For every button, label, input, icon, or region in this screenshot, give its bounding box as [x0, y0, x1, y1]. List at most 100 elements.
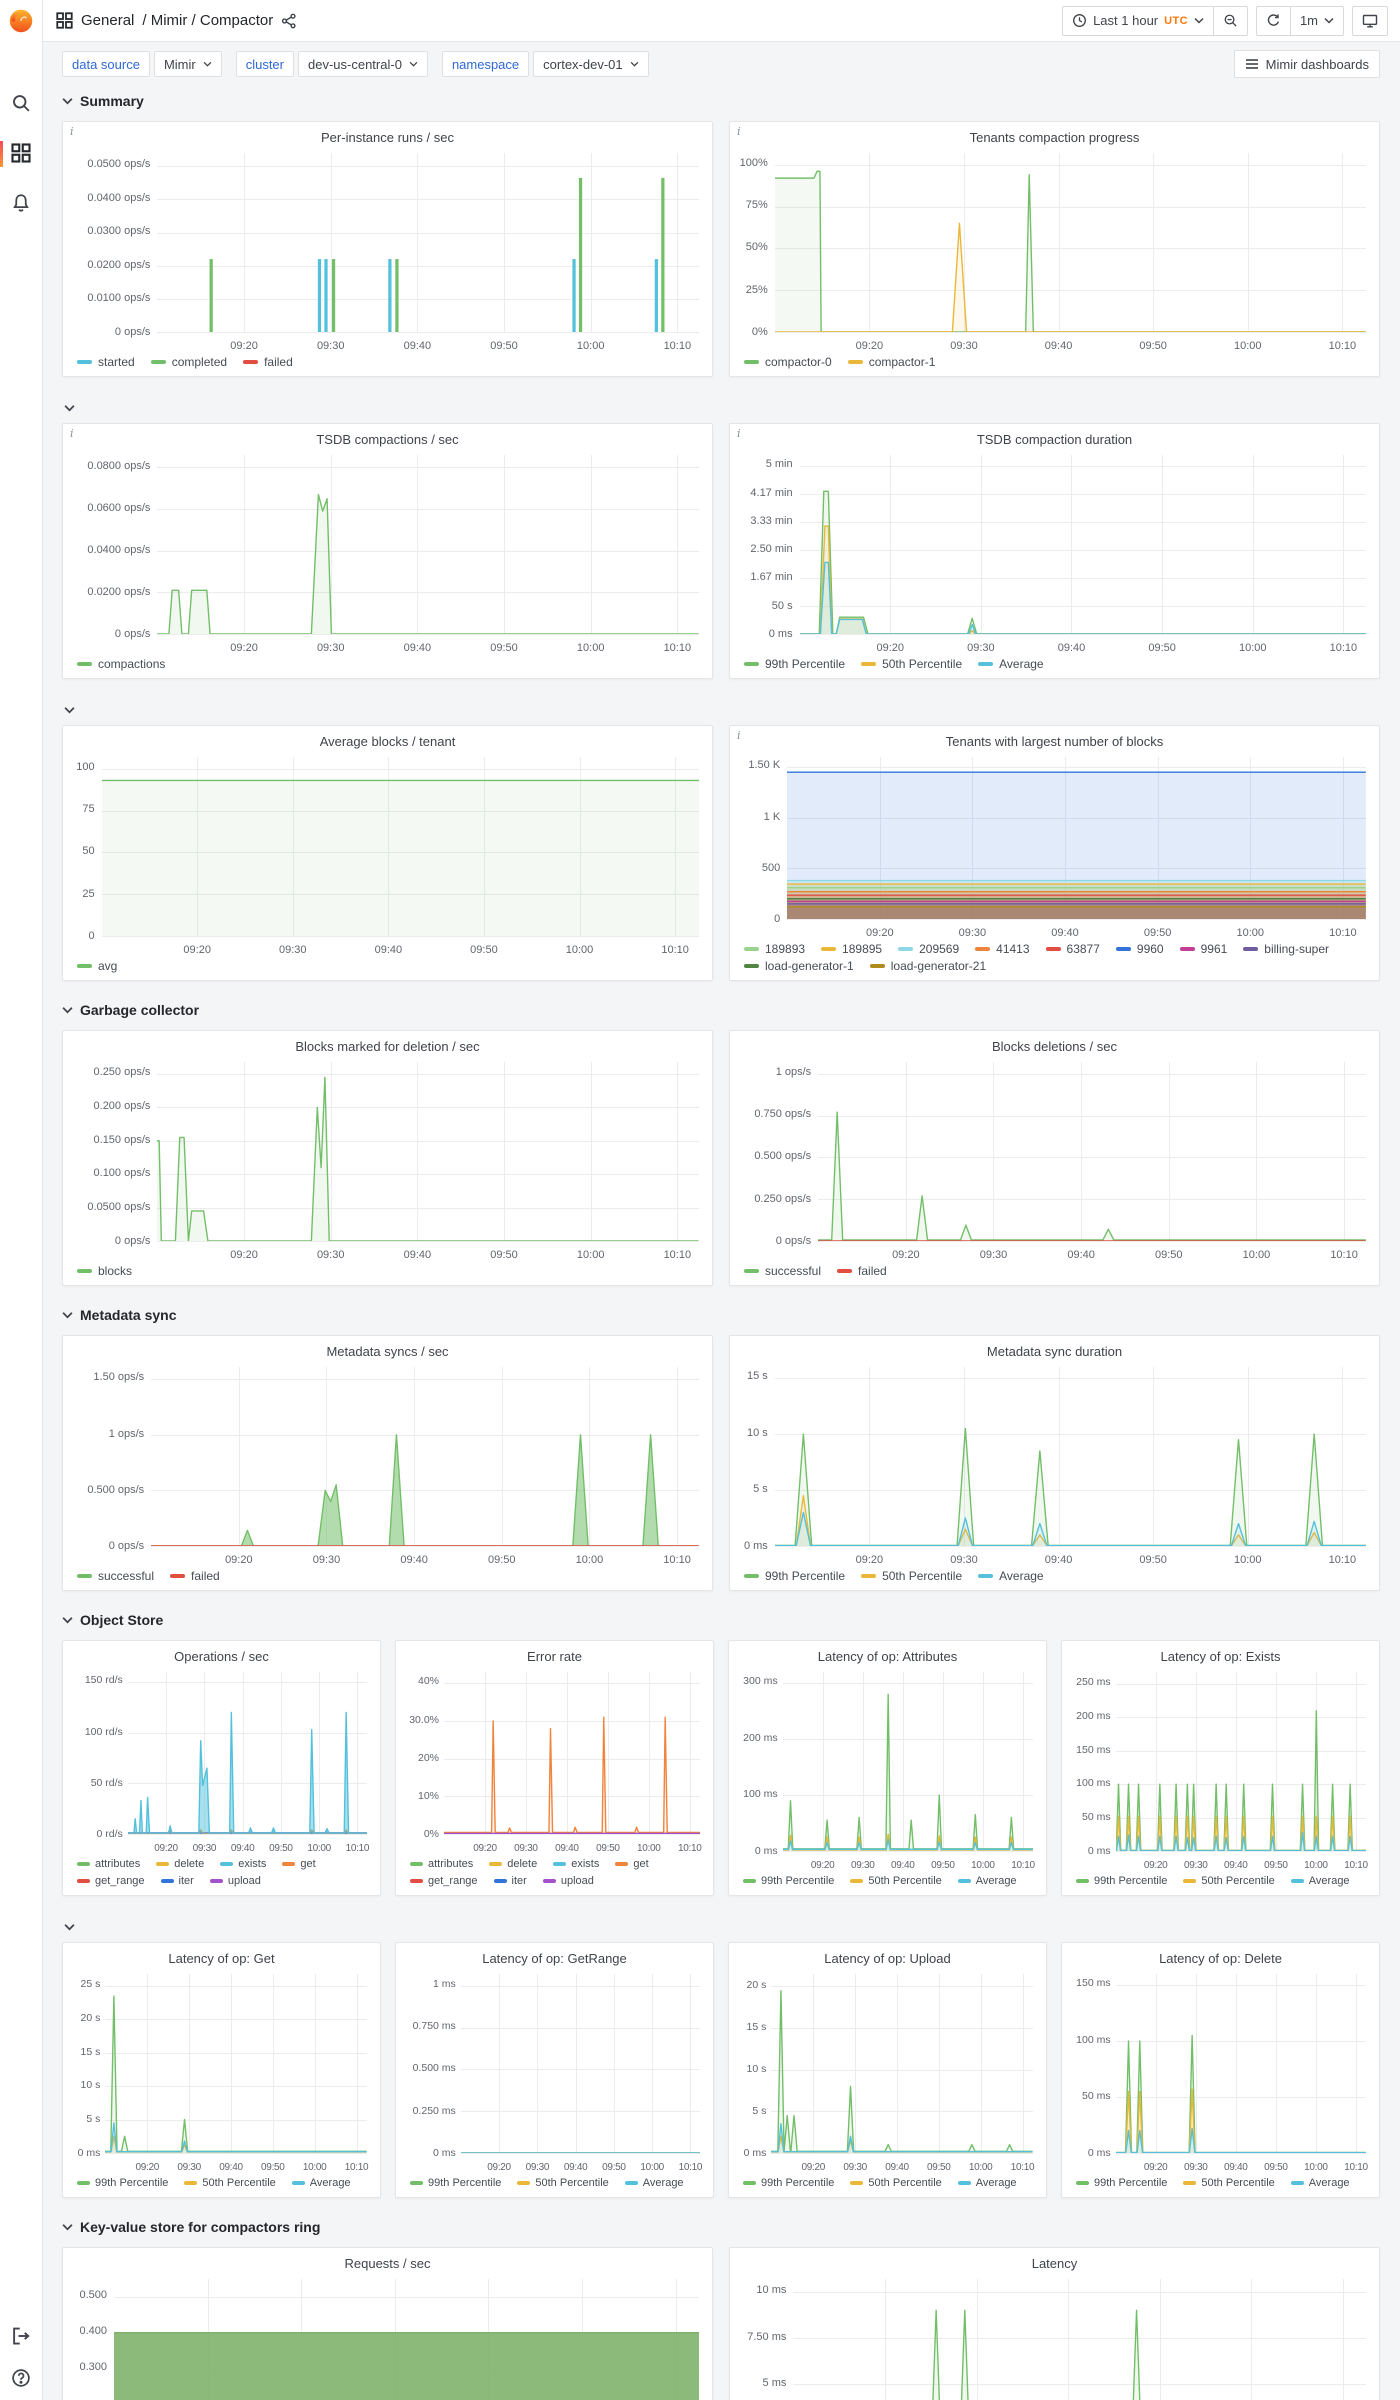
collapsed-row-toggle[interactable]: [62, 695, 1380, 725]
panel-info-icon[interactable]: i: [70, 125, 74, 138]
chart-area[interactable]: [157, 153, 699, 333]
legend-item-failed[interactable]: failed: [837, 1263, 887, 1279]
legend-item-completed[interactable]: completed: [150, 354, 227, 370]
section-header-metadata-sync[interactable]: Metadata sync: [62, 1302, 1380, 1328]
panel-title[interactable]: Tenants with largest number of blocks: [740, 731, 1369, 752]
chart-area[interactable]: [101, 757, 699, 937]
time-range-picker[interactable]: Last 1 hour UTC: [1062, 5, 1213, 36]
breadcrumb-folder[interactable]: General: [81, 12, 134, 29]
legend-item-failed[interactable]: failed: [243, 354, 293, 370]
chart-area[interactable]: [157, 1062, 699, 1242]
alerting-bell-icon[interactable]: [0, 193, 42, 213]
panel-title[interactable]: Latency of op: Exists: [1072, 1646, 1369, 1667]
legend-item-99th-percentile[interactable]: 99th Percentile: [410, 2175, 501, 2191]
chart-area[interactable]: [771, 1974, 1033, 2154]
legend-item-get-range[interactable]: get_range: [77, 1873, 145, 1889]
section-header-summary[interactable]: Summary: [62, 88, 1380, 114]
section-header-garbage-collector[interactable]: Garbage collector: [62, 997, 1380, 1023]
legend-item-iter[interactable]: iter: [160, 1873, 194, 1889]
legend-item-50th-percentile[interactable]: 50th Percentile: [861, 656, 962, 672]
legend-item-upload[interactable]: upload: [209, 1873, 261, 1889]
chart-area[interactable]: [460, 1974, 700, 2154]
legend-item-9960[interactable]: 9960: [1115, 941, 1164, 957]
chart-area[interactable]: [151, 1367, 699, 1547]
collapsed-row-toggle[interactable]: [62, 1912, 1380, 1942]
legend-item-exists[interactable]: exists: [553, 1856, 599, 1872]
legend-item-99th-percentile[interactable]: 99th Percentile: [77, 2175, 168, 2191]
chart-area[interactable]: [127, 1672, 367, 1835]
chart-area[interactable]: [793, 2279, 1366, 2400]
panel-title[interactable]: Latency of op: Attributes: [739, 1646, 1036, 1667]
legend-item-started[interactable]: started: [77, 354, 135, 370]
legend-item-billing-super[interactable]: billing-super: [1243, 941, 1329, 957]
legend-item-50th-percentile[interactable]: 50th Percentile: [1183, 2175, 1275, 2191]
legend-item-attributes[interactable]: attributes: [410, 1856, 473, 1872]
legend-item-iter[interactable]: iter: [493, 1873, 527, 1889]
panel-title[interactable]: Error rate: [406, 1646, 703, 1667]
legend-item-avg[interactable]: avg: [77, 958, 117, 974]
legend-item-99th-percentile[interactable]: 99th Percentile: [1076, 1873, 1167, 1889]
section-header-key-value-store-for-compactors-ring[interactable]: Key-value store for compactors ring: [62, 2214, 1380, 2240]
chart-area[interactable]: [1115, 1974, 1366, 2154]
panel-info-icon[interactable]: i: [737, 729, 741, 742]
legend-item-50th-percentile[interactable]: 50th Percentile: [850, 1873, 942, 1889]
legend-item-get-range[interactable]: get_range: [410, 1873, 478, 1889]
legend-item-9961[interactable]: 9961: [1179, 941, 1227, 957]
legend-item-50th-percentile[interactable]: 50th Percentile: [517, 2175, 609, 2191]
panel-title[interactable]: TSDB compactions / sec: [73, 429, 702, 450]
chart-area[interactable]: [105, 1974, 367, 2154]
variable-namespace-value[interactable]: cortex-dev-01: [533, 51, 649, 77]
breadcrumb[interactable]: General / Mimir / Compactor: [56, 12, 297, 29]
legend-item-get[interactable]: get: [282, 1856, 316, 1872]
refresh-button[interactable]: [1255, 5, 1290, 36]
collapsed-row-toggle[interactable]: [62, 393, 1380, 423]
zoom-out-button[interactable]: [1212, 5, 1248, 36]
chart-area[interactable]: [799, 455, 1366, 635]
legend-item-average[interactable]: Average: [978, 656, 1044, 672]
chart-area[interactable]: [1115, 1672, 1366, 1852]
legend-item-99th-percentile[interactable]: 99th Percentile: [743, 1873, 834, 1889]
chart-area[interactable]: [114, 2279, 699, 2400]
legend-item-compactor-0[interactable]: compactor-0: [744, 354, 832, 370]
legend-item-99th-percentile[interactable]: 99th Percentile: [744, 1568, 845, 1584]
legend-item-compactions[interactable]: compactions: [77, 656, 165, 672]
mimir-dashboards-button[interactable]: Mimir dashboards: [1233, 50, 1380, 78]
legend-item-load-generator-1[interactable]: load-generator-1: [744, 958, 854, 974]
legend-item-99th-percentile[interactable]: 99th Percentile: [1076, 2175, 1167, 2191]
legend-item-average[interactable]: Average: [1290, 1873, 1350, 1889]
share-icon[interactable]: [281, 13, 297, 29]
chart-area[interactable]: [818, 1062, 1366, 1242]
legend-item-get[interactable]: get: [615, 1856, 649, 1872]
help-icon[interactable]: [0, 2368, 42, 2388]
legend-item-exists[interactable]: exists: [220, 1856, 266, 1872]
legend-item-41413[interactable]: 41413: [975, 941, 1030, 957]
panel-title[interactable]: Latency of op: Delete: [1072, 1948, 1369, 1969]
legend-item-average[interactable]: Average: [624, 2175, 684, 2191]
chart-area[interactable]: [774, 1367, 1366, 1547]
legend-item-209569[interactable]: 209569: [898, 941, 959, 957]
legend-item-successful[interactable]: successful: [77, 1568, 154, 1584]
panel-title[interactable]: Metadata syncs / sec: [73, 1341, 702, 1362]
chart-area[interactable]: [444, 1672, 700, 1835]
legend-item-99th-percentile[interactable]: 99th Percentile: [744, 656, 845, 672]
chart-area[interactable]: [782, 1672, 1033, 1852]
chart-area[interactable]: [157, 455, 699, 635]
legend-item-50th-percentile[interactable]: 50th Percentile: [861, 1568, 962, 1584]
panel-title[interactable]: Requests / sec: [73, 2253, 702, 2274]
panel-title[interactable]: Latency of op: Upload: [739, 1948, 1036, 1969]
panel-title[interactable]: Latency of op: Get: [73, 1948, 370, 1969]
panel-info-icon[interactable]: i: [70, 427, 74, 440]
legend-item-average[interactable]: Average: [1290, 2175, 1350, 2191]
legend-item-189893[interactable]: 189893: [744, 941, 805, 957]
legend-item-average[interactable]: Average: [978, 1568, 1044, 1584]
legend-item-delete[interactable]: delete: [489, 1856, 537, 1872]
legend-item-blocks[interactable]: blocks: [77, 1263, 132, 1279]
legend-item-delete[interactable]: delete: [156, 1856, 204, 1872]
panel-title[interactable]: Blocks deletions / sec: [740, 1036, 1369, 1057]
variable-cluster-value[interactable]: dev-us-central-0: [298, 51, 428, 77]
chart-area[interactable]: [774, 153, 1366, 333]
panel-info-icon[interactable]: i: [737, 427, 741, 440]
panel-title[interactable]: Per-instance runs / sec: [73, 127, 702, 148]
legend-item-load-generator-21[interactable]: load-generator-21: [869, 958, 986, 974]
panel-title[interactable]: TSDB compaction duration: [740, 429, 1369, 450]
